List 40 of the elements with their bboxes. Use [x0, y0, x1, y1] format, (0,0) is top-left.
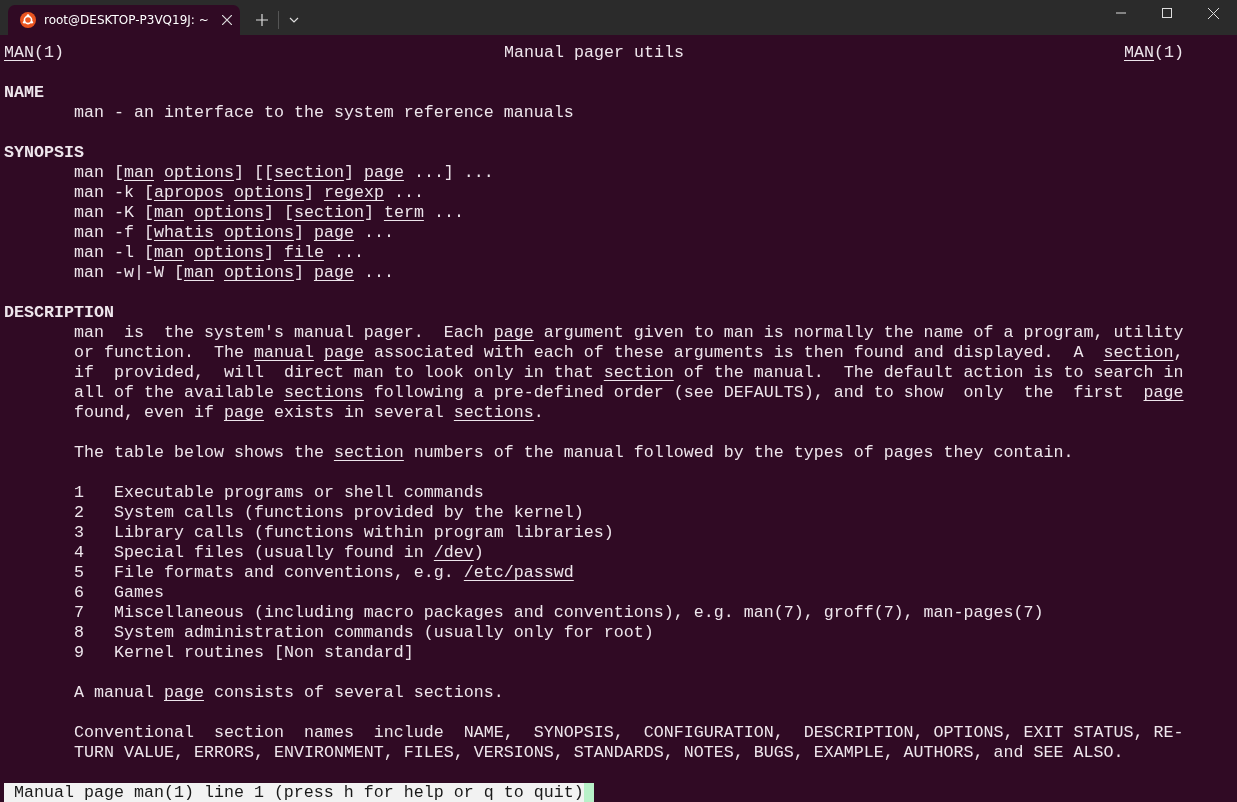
text-line: man -l [man options] file ...	[74, 243, 364, 262]
section-heading: SYNOPSIS	[4, 143, 85, 163]
text-line: Conventional section names include NAME, SYNOPSIS, CONFIGURATION, DESCRIPTION, OPTIONS, EXIT STATUS, RE-	[74, 723, 1184, 742]
section-heading: DESCRIPTION	[4, 303, 115, 323]
text-line: 8 System administration commands (usually only for root)	[74, 623, 654, 642]
terminal-tab[interactable]: root@DESKTOP-P3VQ19J: ~	[8, 5, 240, 35]
text-line: man -K [man options] [section] term ...	[74, 203, 464, 222]
text-line: man [man options] [[section] page ...] ...	[74, 163, 494, 182]
close-icon[interactable]	[1208, 8, 1219, 19]
text-line: 9 Kernel routines [Non standard]	[74, 643, 414, 662]
section-heading: NAME	[4, 83, 45, 103]
ubuntu-icon	[20, 12, 36, 28]
text-line: if provided, will direct man to look only in that section of the manual. The default action is to search in	[74, 363, 1184, 382]
text-line: 6 Games	[74, 583, 164, 602]
text-line: all of the available sections following a pre-defined order (see DEFAULTS), and to show only the first page	[74, 383, 1184, 402]
text-line: 1 Executable programs or shell commands	[74, 483, 484, 502]
text-line: 2 System calls (functions provided by the kernel)	[74, 503, 584, 522]
text-line: man - an interface to the system reference manuals	[74, 103, 574, 122]
close-icon[interactable]	[222, 15, 232, 25]
text-line: or function. The manual page associated with each of these arguments is then found and displayed. A section,	[74, 343, 1184, 362]
text-line: 7 Miscellaneous (including macro packages and conventions), e.g. man(7), groff(7), man-pages(7)	[74, 603, 1044, 622]
page-title: MAN(1)	[4, 43, 64, 63]
page-title: MAN(1)	[1124, 43, 1184, 63]
plus-icon[interactable]	[256, 14, 268, 26]
text-line: TURN VALUE, ERRORS, ENVIRONMENT, FILES, VERSIONS, STANDARDS, NOTES, BUGS, EXAMPLE, AUTHORS, and SEE ALSO.	[74, 743, 1124, 762]
cursor	[583, 783, 594, 802]
status-bar: Manual page man(1) line 1 (press h for help or q to quit)	[4, 783, 584, 802]
text-line: 3 Library calls (functions within program libraries)	[74, 523, 614, 542]
text-line: man is the system's manual pager. Each page argument given to man is normally the name of a program, utility	[74, 323, 1184, 342]
text-line: 5 File formats and conventions, e.g. /etc/passwd	[74, 563, 574, 582]
text-line: The table below shows the section numbers of the manual followed by the types of pages they contain.	[74, 443, 1074, 462]
maximize-icon[interactable]	[1162, 8, 1172, 18]
text-line: man -w|-W [man options] page ...	[74, 263, 394, 282]
text-line: 4 Special files (usually found in /dev)	[74, 543, 484, 562]
page-title: Manual pager utils	[504, 43, 684, 63]
text-line: man -k [apropos options] regexp ...	[74, 183, 424, 202]
text-line: found, even if page exists in several sections.	[74, 403, 544, 422]
chevron-down-icon[interactable]	[289, 17, 299, 23]
text-line: A manual page consists of several sections.	[74, 683, 504, 702]
text-line: man -f [whatis options] page ...	[74, 223, 394, 242]
